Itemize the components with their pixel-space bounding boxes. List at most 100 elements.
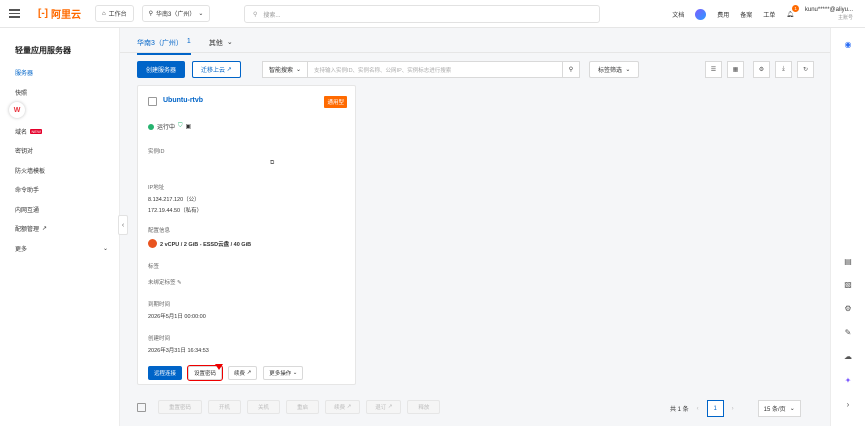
- select-all-checkbox[interactable]: [137, 402, 146, 412]
- link-tickets[interactable]: 工单: [763, 10, 775, 19]
- copy-icon[interactable]: ⧉: [270, 160, 274, 167]
- instance-name-link[interactable]: Ubuntu-rtvb: [163, 97, 203, 104]
- release-button[interactable]: 释放: [407, 400, 441, 414]
- refresh-icon[interactable]: ↻: [797, 61, 814, 78]
- instance-id-label: 实例ID: [148, 149, 165, 155]
- wps-floating-icon[interactable]: W: [9, 102, 25, 118]
- unsubscribe-label: 退订: [375, 405, 387, 411]
- ubuntu-icon: [148, 239, 157, 248]
- sidebar-item-label: 内网互通: [15, 207, 40, 214]
- search-placeholder: 搜索...: [263, 12, 281, 19]
- settings-icon[interactable]: ⚙: [753, 61, 770, 78]
- sidebar-item-label: 域名: [15, 129, 28, 136]
- start-button[interactable]: 开机: [208, 400, 242, 414]
- search-icon: ⚲: [253, 11, 258, 18]
- unsubscribe-button[interactable]: 退订 ↗: [366, 400, 402, 414]
- location-icon: ⚲: [148, 11, 154, 17]
- reset-password-button[interactable]: 重置密码: [158, 400, 203, 414]
- ai-star-icon[interactable]: ✦: [842, 374, 854, 386]
- renew-label: 续费: [234, 371, 246, 377]
- page-size-select[interactable]: 15 条/页 ⌄: [757, 400, 801, 417]
- tab-count: 1: [186, 38, 191, 45]
- tab-label: 其他: [208, 40, 223, 47]
- renew-button[interactable]: 续费 ↗: [228, 366, 258, 380]
- page-size-label: 15 条/页: [763, 407, 786, 413]
- sidebar: 轻量应用服务器 服务器 快照 镜像 域名NEW 密钥对 防火墙模板 命令助手 内…: [0, 28, 120, 426]
- migrate-label: 迁移上云: [201, 68, 226, 74]
- sidebar-item-quota[interactable]: 配额管理 ↗: [0, 219, 120, 239]
- list-view-icon[interactable]: ☰: [705, 61, 722, 78]
- global-search-input[interactable]: ⚲ 搜索...: [244, 5, 600, 23]
- search-icon[interactable]: ⚲: [562, 62, 579, 77]
- sidebar-item-label: 快照: [15, 90, 28, 97]
- sidebar-item-keypairs[interactable]: 密钥对: [0, 141, 120, 161]
- instance-checkbox[interactable]: [148, 97, 157, 106]
- create-server-button[interactable]: 创建服务器: [137, 61, 186, 78]
- config-label: 配置信息: [148, 228, 171, 234]
- private-ip: 172.19.44.50（私有）: [148, 208, 203, 214]
- sidebar-item-servers[interactable]: 服务器: [0, 63, 120, 83]
- public-ip: 8.134.217.120（公）: [148, 197, 200, 203]
- sidebar-item-label: 密钥对: [15, 149, 34, 156]
- download-icon[interactable]: ⤓: [775, 61, 792, 78]
- sidebar-item-domains[interactable]: 域名 NEW: [0, 122, 120, 142]
- restart-button[interactable]: 重启: [286, 400, 320, 414]
- sidebar-item-label: 服务器: [15, 71, 34, 78]
- cloud-icon[interactable]: ☁: [842, 350, 854, 362]
- sidebar-item-more[interactable]: 更多 ⌄: [0, 239, 120, 259]
- external-link-icon: ↗: [387, 404, 393, 410]
- sidebar-item-label: 命令助手: [15, 188, 40, 195]
- set-password-button[interactable]: 设置密码: [187, 364, 224, 381]
- prev-page-icon[interactable]: ‹: [697, 406, 699, 412]
- report-icon[interactable]: ▧: [842, 278, 854, 290]
- menu-icon[interactable]: [0, 0, 28, 28]
- bulk-renew-button[interactable]: 续费 ↗: [325, 400, 361, 414]
- gear-icon[interactable]: ⚙: [842, 302, 854, 314]
- chevron-down-icon: ⌄: [625, 67, 631, 73]
- tab-divider: [120, 52, 830, 53]
- tag-label: 标签: [148, 264, 160, 270]
- sidebar-collapse-button[interactable]: ‹: [118, 215, 128, 235]
- link-docs[interactable]: 文档: [672, 10, 684, 19]
- migrate-button[interactable]: 迁移上云 ↗: [192, 61, 241, 78]
- link-billing[interactable]: 费用: [717, 10, 729, 19]
- stop-button[interactable]: 关机: [247, 400, 281, 414]
- assistant-robot-icon[interactable]: ◉: [842, 38, 854, 50]
- grid-view-icon[interactable]: ▦: [727, 61, 744, 78]
- link-icp[interactable]: 备案: [740, 10, 752, 19]
- chevron-down-icon: ⌄: [198, 11, 204, 17]
- bell-icon[interactable]: 🔔︎ 1: [786, 4, 799, 18]
- notification-badge: 1: [792, 4, 799, 12]
- created-label: 创建时间: [148, 336, 171, 342]
- expand-icon[interactable]: ›: [842, 398, 854, 410]
- status-label: 运行中: [157, 125, 176, 131]
- workbench-label: 工作台: [108, 12, 127, 18]
- edit-icon[interactable]: ✎: [842, 326, 854, 338]
- external-link-icon: ↗: [226, 67, 232, 73]
- external-link-icon: ↗: [42, 226, 48, 233]
- sidebar-title: 轻量应用服务器: [15, 46, 71, 55]
- set-password-label: 设置密码: [194, 371, 217, 377]
- sidebar-item-snapshots[interactable]: 快照: [0, 83, 120, 103]
- tag-value[interactable]: 未绑定标签 ✎: [148, 278, 182, 286]
- status-dot-icon: [148, 123, 154, 130]
- more-actions-button[interactable]: 更多操作 ⌄: [263, 366, 304, 380]
- remote-connect-button[interactable]: 远程连接: [148, 366, 183, 380]
- user-menu[interactable]: kunu*****@aliyu... 主账号: [805, 6, 853, 22]
- page-number-button[interactable]: 1: [706, 400, 724, 417]
- ai-assistant-icon[interactable]: [695, 8, 707, 20]
- sidebar-item-label: 防火墙模板: [15, 168, 46, 175]
- tag-filter-button[interactable]: 标签筛选 ⌄: [589, 61, 640, 78]
- sidebar-item-commands[interactable]: 命令助手: [0, 180, 120, 200]
- aliyun-logo[interactable]: [-] 阿里云: [38, 6, 81, 21]
- sidebar-item-intranet[interactable]: 内网互通: [0, 200, 120, 220]
- sidebar-item-firewall[interactable]: 防火墙模板: [0, 161, 120, 181]
- smart-search-select[interactable]: 智能搜索 ⌄: [263, 62, 309, 77]
- region-selector[interactable]: ⚲ 华南3（广州） ⌄: [141, 5, 211, 22]
- document-icon[interactable]: ▤: [842, 255, 854, 267]
- next-page-icon[interactable]: ›: [732, 406, 734, 412]
- created-value: 2026年3月31日 16:34:53: [148, 348, 209, 354]
- workbench-button[interactable]: ⌂ 工作台: [95, 5, 134, 22]
- instance-filter[interactable]: 智能搜索 ⌄ 支持输入实例ID、实例名称、公网IP、实例标志进行搜索 ⚲: [262, 61, 580, 78]
- instance-actions: 远程连接 设置密码 续费 ↗ 更多操作 ⌄: [148, 364, 304, 381]
